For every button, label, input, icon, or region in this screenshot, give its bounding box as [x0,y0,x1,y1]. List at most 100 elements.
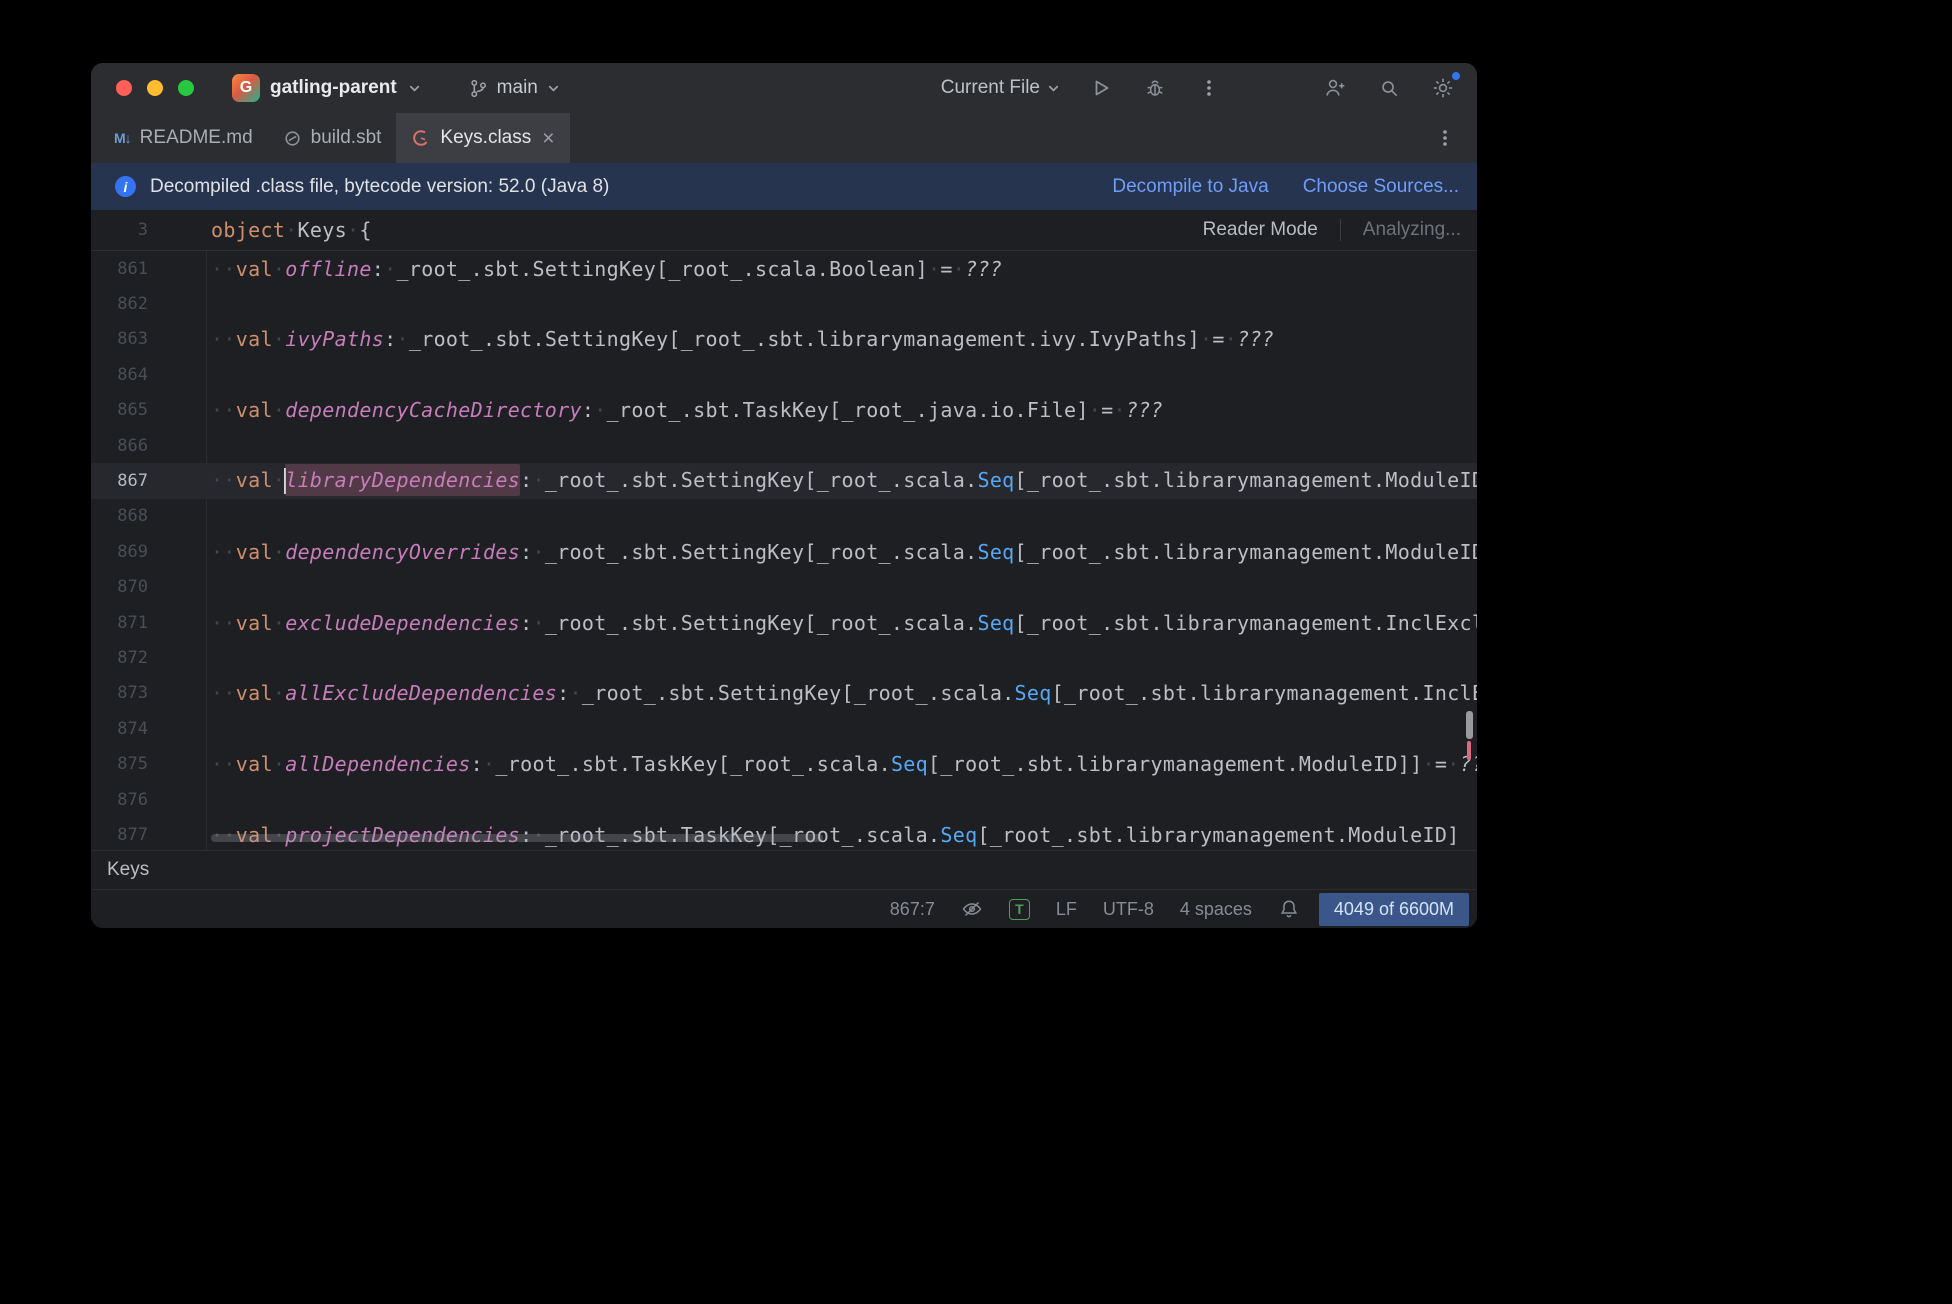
line-number[interactable]: 868 [91,506,211,526]
memory-indicator[interactable]: 4049 of 6600M [1318,892,1469,926]
code-line[interactable]: 872 [91,640,1477,675]
code-line[interactable]: 861 ··val·offline:·_root_.sbt.SettingKey[… [91,251,1477,286]
minimize-window-button[interactable] [147,80,163,96]
project-widget[interactable]: G gatling-parent [232,74,422,102]
code-token: Seq [977,610,1015,635]
notifications-bell-icon[interactable] [1265,898,1313,920]
code-token: Seq [977,467,1015,492]
sticky-header-line[interactable]: 3 object·Keys·{ Reader Mode Analyzing... [91,210,1477,251]
line-number[interactable]: 861 [91,259,211,279]
code-content: ··val·ivyPaths:·_root_.sbt.SettingKey[_r… [211,327,1274,351]
code-with-me-user-add-icon[interactable] [1321,74,1349,102]
code-line[interactable]: 876 [91,782,1477,817]
debug-button[interactable] [1141,74,1169,102]
caret-position-widget[interactable]: 867:7 [877,899,948,920]
line-number[interactable]: 867 [91,471,211,491]
line-number[interactable]: 865 [91,400,211,420]
code-content: ··val·offline:·_root_.sbt.SettingKey[_ro… [211,257,1002,281]
line-number[interactable]: 870 [91,577,211,597]
line-number[interactable]: 875 [91,754,211,774]
close-tab-icon[interactable]: × [542,128,554,149]
code-token: ·· [211,681,236,706]
code-line[interactable]: 875 ··val·allDependencies:·_root_.sbt.Tas… [91,746,1477,781]
code-line[interactable]: 869 ··val·dependencyOverrides:·_root_.sbt… [91,534,1477,569]
code-line[interactable]: 868 [91,499,1477,534]
reader-mode-toggle[interactable]: Reader Mode [1203,219,1318,241]
highlighting-level-eye-off-icon[interactable] [948,898,996,920]
code-editor[interactable]: 3 object·Keys·{ Reader Mode Analyzing...… [91,210,1477,850]
tab-keys-class[interactable]: Keys.class × [396,113,570,163]
zoom-window-button[interactable] [178,80,194,96]
more-actions-kebab-icon[interactable] [1195,74,1223,102]
project-icon: G [232,74,260,102]
line-number[interactable]: 869 [91,542,211,562]
todo-widget[interactable]: T [996,898,1043,920]
line-number[interactable]: 864 [91,365,211,385]
code-line[interactable]: 873 ··val·allExcludeDependencies:·_root_.… [91,676,1477,711]
code-token: [_root_.sbt.librarymanagement.InclExcl [1014,610,1477,635]
code-token: ·· [211,256,236,281]
line-number[interactable]: 871 [91,613,211,633]
editor-tab-bar: M↓ README.md build.sbt Keys.class × [91,113,1477,163]
code-line[interactable]: 870 [91,570,1477,605]
code-token: val [235,752,273,777]
code-token: dependencyOverrides [285,539,521,564]
code-line[interactable]: 863 ··val·ivyPaths:·_root_.sbt.SettingKey… [91,322,1477,357]
code-lines[interactable]: 861 ··val·offline:·_root_.sbt.SettingKey[… [91,251,1477,850]
line-number[interactable]: 874 [91,719,211,739]
code-token: · [272,681,286,706]
code-token: · [384,256,397,281]
settings-gear-icon[interactable] [1429,72,1460,102]
code-line[interactable]: 871 ··val·excludeDependencies:·_root_.sbt… [91,605,1477,640]
code-token: : [520,539,533,564]
code-line[interactable]: 864 [91,357,1477,392]
chevron-down-icon [546,81,561,96]
code-line[interactable]: 862 [91,286,1477,321]
indent-widget[interactable]: 4 spaces [1167,899,1265,920]
code-content: ··val·dependencyOverrides:·_root_.sbt.Se… [211,540,1477,564]
code-token: libraryDependencies [285,467,521,492]
search-everywhere-icon[interactable] [1375,74,1403,102]
line-number[interactable]: 3 [91,220,211,240]
encoding-widget[interactable]: UTF-8 [1090,899,1167,920]
tab-readme-md[interactable]: M↓ README.md [99,113,268,163]
code-token: _root_.sbt.SettingKey[_root_.scala. [544,539,978,564]
git-branch-widget[interactable]: main [468,77,561,99]
tab-options-kebab-icon[interactable] [1413,113,1477,163]
git-branch-icon [468,78,489,99]
code-token: _root_.sbt.SettingKey[_root_.scala. [581,681,1015,706]
line-number[interactable]: 862 [91,294,211,314]
status-bar: 867:7 T LF UTF-8 4 spaces 4049 of 6600M [91,889,1477,928]
code-token: Seq [977,539,1015,564]
run-button[interactable] [1087,74,1115,102]
code-token: · [272,327,286,352]
code-token: · [1422,752,1435,777]
code-line[interactable]: 866 [91,428,1477,463]
code-line[interactable]: 874 [91,711,1477,746]
analyzing-status[interactable]: Analyzing... [1363,219,1461,241]
horizontal-scrollbar-thumb[interactable] [211,834,823,842]
line-number[interactable]: 866 [91,436,211,456]
tab-build-sbt[interactable]: build.sbt [268,113,397,163]
choose-sources-link[interactable]: Choose Sources... [1303,176,1459,198]
line-number[interactable]: 872 [91,648,211,668]
code-token: ivyPaths [285,327,385,352]
code-line[interactable]: 867 ··val·libraryDependencies:·_root_.sbt… [91,463,1477,499]
vertical-scrollbar-thumb[interactable] [1466,711,1473,739]
run-configuration-selector[interactable]: Current File [941,77,1061,99]
code-token: · [1447,752,1460,777]
line-number[interactable]: 877 [91,825,211,845]
code-token: dependencyCacheDirectory [285,398,582,423]
code-line[interactable]: 865 ··val·dependencyCacheDirectory:·_root… [91,393,1477,428]
line-number[interactable]: 863 [91,329,211,349]
line-separator-widget[interactable]: LF [1043,899,1090,920]
window-controls [116,80,194,96]
line-number[interactable]: 873 [91,683,211,703]
close-window-button[interactable] [116,80,132,96]
code-token: _root_.sbt.SettingKey[_root_.scala. [544,467,978,492]
decompile-to-java-link[interactable]: Decompile to Java [1112,176,1268,198]
code-token: · [569,681,582,706]
code-token: val [235,610,273,635]
breadcrumb-item-keys[interactable]: Keys [107,859,149,881]
line-number[interactable]: 876 [91,790,211,810]
